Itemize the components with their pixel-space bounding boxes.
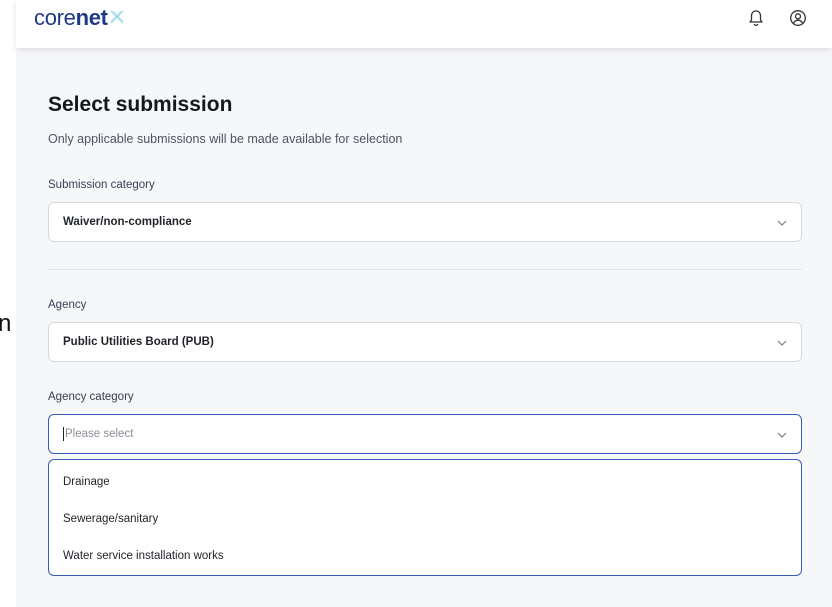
submission-category-label: Submission category bbox=[48, 179, 155, 191]
logo-text-core: core bbox=[34, 5, 76, 30]
logo-x-mark-icon bbox=[110, 10, 124, 24]
text-cursor bbox=[63, 427, 64, 441]
corenet-logo[interactable]: core net bbox=[34, 7, 125, 29]
chevron-down-icon bbox=[777, 220, 787, 226]
section-divider bbox=[48, 269, 802, 270]
agency-category-placeholder: Please select bbox=[65, 428, 134, 440]
page-subtitle: Only applicable submissions will be made… bbox=[48, 132, 403, 146]
left-edge-strip: n bbox=[0, 0, 16, 607]
dropdown-option-water-service-installation[interactable]: Water service installation works bbox=[49, 537, 801, 574]
submission-category-select[interactable]: Waiver/non-compliance bbox=[48, 202, 802, 242]
top-navigation-bar: core net bbox=[16, 0, 832, 48]
agency-label: Agency bbox=[48, 299, 87, 311]
dropdown-option-drainage[interactable]: Drainage bbox=[49, 463, 801, 500]
topbar-actions bbox=[746, 8, 808, 28]
chevron-down-icon bbox=[777, 432, 787, 438]
page-title: Select submission bbox=[48, 93, 233, 116]
logo-text-net: net bbox=[75, 5, 108, 30]
agency-category-dropdown: Drainage Sewerage/sanitary Water service… bbox=[48, 459, 802, 576]
edge-text-fragment: n bbox=[0, 310, 12, 337]
submission-category-value: Waiver/non-compliance bbox=[63, 216, 192, 228]
agency-select[interactable]: Public Utilities Board (PUB) bbox=[48, 322, 802, 362]
chevron-down-icon bbox=[777, 340, 787, 346]
agency-category-label: Agency category bbox=[48, 391, 134, 403]
user-circle-icon[interactable] bbox=[788, 8, 808, 28]
agency-category-select[interactable]: Please select bbox=[48, 414, 802, 454]
bell-icon[interactable] bbox=[746, 8, 766, 28]
dropdown-option-sewerage-sanitary[interactable]: Sewerage/sanitary bbox=[49, 500, 801, 537]
main-content: Select submission Only applicable submis… bbox=[16, 48, 832, 607]
page: n core net Select submission Only applic… bbox=[0, 0, 832, 607]
agency-value: Public Utilities Board (PUB) bbox=[63, 336, 214, 348]
